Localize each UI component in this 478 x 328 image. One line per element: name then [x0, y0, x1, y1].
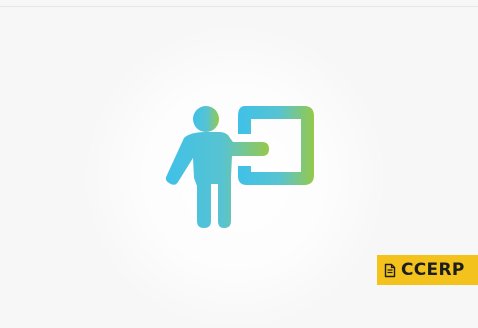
top-divider	[0, 6, 478, 7]
page: CCERP	[0, 0, 478, 328]
document-icon	[384, 263, 396, 277]
brand-badge: CCERP	[377, 255, 478, 285]
brand-label: CCERP	[401, 259, 465, 280]
teacher-presentation-icon	[165, 106, 314, 228]
